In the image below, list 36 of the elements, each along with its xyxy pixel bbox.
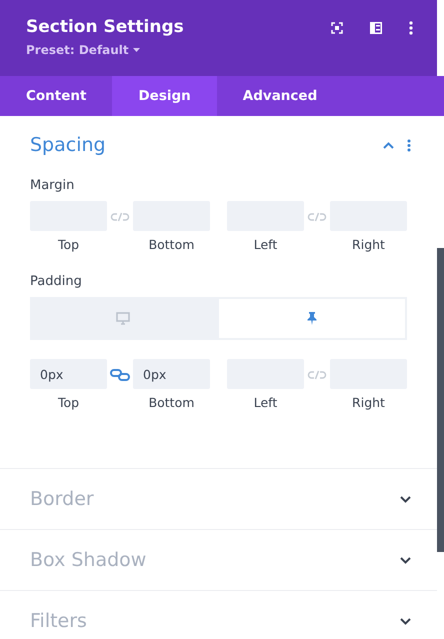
unlink-icon[interactable] xyxy=(110,211,130,223)
scrollbar[interactable] xyxy=(437,248,444,552)
more-icon[interactable] xyxy=(407,138,411,152)
number-input[interactable]: 0px xyxy=(30,359,107,389)
unlink-icon[interactable] xyxy=(307,211,327,223)
panel-title: Section Settings xyxy=(26,17,184,37)
mode-toggle[interactable] xyxy=(216,297,407,340)
field-label: Top xyxy=(58,395,80,410)
tab[interactable]: Design xyxy=(112,76,217,116)
preset-dropdown[interactable]: Preset: Default xyxy=(26,43,140,57)
caret-icon xyxy=(132,48,140,52)
number-input[interactable]: 0px xyxy=(133,359,210,389)
unlink-icon[interactable] xyxy=(307,369,327,381)
mode-toggle[interactable] xyxy=(30,297,216,340)
tab[interactable]: Content xyxy=(0,76,112,116)
group-label: Margin xyxy=(30,178,76,193)
expand-icon[interactable] xyxy=(331,22,343,34)
field-label: Bottom xyxy=(148,237,194,252)
field-label: Bottom xyxy=(148,395,194,410)
chevron-down-icon[interactable] xyxy=(400,618,411,624)
pin-icon xyxy=(306,312,317,325)
tab[interactable]: Advanced xyxy=(216,76,344,116)
more-icon[interactable] xyxy=(409,21,413,35)
field-label: Left xyxy=(254,395,278,410)
sidebar-layout-icon[interactable] xyxy=(370,22,382,34)
monitor-icon xyxy=(116,312,130,325)
link-icon[interactable] xyxy=(110,369,130,381)
group-label: Padding xyxy=(30,274,83,289)
field-label: Left xyxy=(254,237,278,252)
chevron-down-icon[interactable] xyxy=(400,496,411,502)
chevron-down-icon[interactable] xyxy=(400,556,411,564)
section-toggle[interactable]: Spacing xyxy=(30,134,106,156)
field-label: Top xyxy=(58,237,80,252)
chevron-up-icon[interactable] xyxy=(383,142,394,148)
field-label: Right xyxy=(352,237,385,252)
field-label: Right xyxy=(352,395,385,410)
